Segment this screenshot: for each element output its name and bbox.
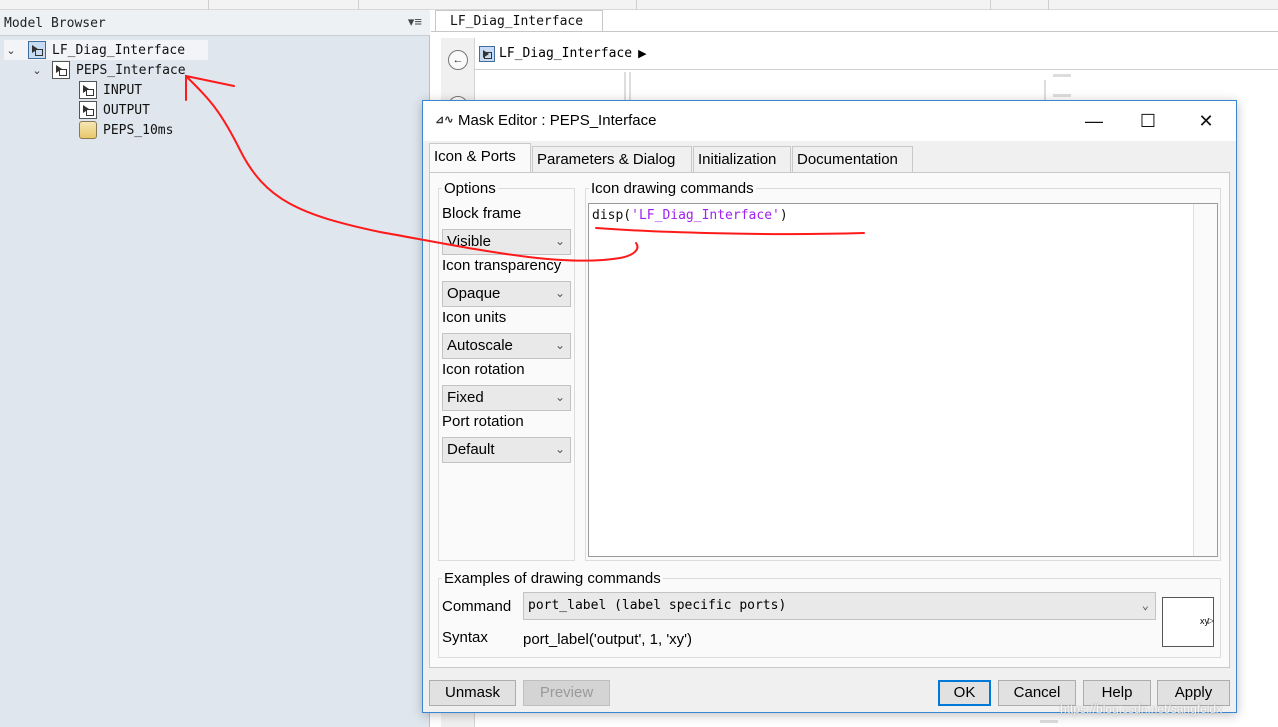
tab-divider bbox=[431, 31, 1278, 32]
tab-lf-diag-interface[interactable]: LF_Diag_Interface bbox=[435, 10, 603, 32]
icon-rotation-select[interactable]: Fixed ⌄ bbox=[442, 385, 571, 411]
icon-rotation-label: Icon rotation bbox=[442, 361, 525, 378]
examples-label: Examples of drawing commands bbox=[442, 570, 663, 587]
icon-units-value: Autoscale bbox=[447, 337, 513, 354]
block-frame-value: Visible bbox=[447, 233, 491, 250]
tree-item-output[interactable]: OUTPUT bbox=[79, 100, 150, 120]
mask-editor-dialog: ⊿∿ Mask Editor : PEPS_Interface — ☐ ✕ Ic… bbox=[422, 100, 1237, 713]
minimize-icon[interactable]: — bbox=[1071, 105, 1117, 137]
block-frame-label: Block frame bbox=[442, 205, 522, 222]
chevron-down-icon[interactable]: ⌄ bbox=[30, 64, 44, 77]
unmask-button[interactable]: Unmask bbox=[429, 680, 516, 706]
tree-item-label: OUTPUT bbox=[103, 102, 150, 118]
subsystem-icon bbox=[52, 61, 70, 79]
back-arrow-icon[interactable]: ← bbox=[448, 50, 468, 70]
tab-documentation[interactable]: Documentation bbox=[792, 146, 913, 172]
port-arrow-icon: ▷ bbox=[1207, 616, 1214, 625]
tree-item-input[interactable]: INPUT bbox=[79, 80, 142, 100]
options-label: Options bbox=[442, 180, 498, 197]
preview-button[interactable]: Preview bbox=[523, 680, 610, 706]
icon-units-label: Icon units bbox=[442, 309, 507, 326]
tree-item-lf-diag-interface[interactable]: ⌄ LF_Diag_Interface bbox=[4, 40, 208, 60]
maximize-icon[interactable]: ☐ bbox=[1125, 105, 1171, 137]
chevron-down-icon: ⌄ bbox=[554, 442, 565, 456]
syntax-label: Syntax bbox=[442, 629, 488, 646]
breadcrumb-arrow-icon[interactable]: ▶ bbox=[638, 47, 646, 60]
tree-item-label: INPUT bbox=[103, 82, 143, 98]
tree-item-peps-interface[interactable]: ⌄ PEPS_Interface bbox=[30, 60, 200, 80]
port-rotation-label: Port rotation bbox=[442, 413, 524, 430]
chevron-down-icon: ⌄ bbox=[554, 338, 565, 352]
port-rotation-value: Default bbox=[447, 441, 495, 458]
subsystem-icon bbox=[79, 81, 97, 99]
tab-parameters-dialog[interactable]: Parameters & Dialog bbox=[532, 146, 692, 172]
icon-transparency-value: Opaque bbox=[447, 285, 501, 302]
chevron-down-icon: ⌄ bbox=[554, 286, 565, 300]
port-rotation-select[interactable]: Default ⌄ bbox=[442, 437, 571, 463]
tab-initialization[interactable]: Initialization bbox=[693, 146, 791, 172]
ok-button[interactable]: OK bbox=[938, 680, 991, 706]
icon-ports-panel: Options Block frame Visible ⌄ Icon trans… bbox=[429, 172, 1230, 668]
tab-icon-ports[interactable]: Icon & Ports bbox=[429, 143, 531, 172]
block-diagram-icon bbox=[479, 45, 495, 62]
command-select[interactable]: port_label (label specific ports) ⌄ bbox=[523, 592, 1156, 620]
close-icon[interactable]: ✕ bbox=[1183, 105, 1229, 137]
block-frame-select[interactable]: Visible ⌄ bbox=[442, 229, 571, 255]
dialog-titlebar: ⊿∿ Mask Editor : PEPS_Interface — ☐ ✕ bbox=[423, 101, 1236, 141]
watermark: https://blog.csdn.net/sangfeidx bbox=[1060, 702, 1223, 716]
mask-editor-icon: ⊿∿ bbox=[435, 114, 454, 126]
command-label: Command bbox=[442, 598, 512, 615]
tree-item-label: LF_Diag_Interface bbox=[52, 42, 186, 58]
icon-units-select[interactable]: Autoscale ⌄ bbox=[442, 333, 571, 359]
chevron-down-icon: ⌄ bbox=[1141, 598, 1149, 612]
tree-item-label: PEPS_Interface bbox=[76, 62, 186, 78]
breadcrumb-label[interactable]: LF_Diag_Interface bbox=[499, 46, 632, 61]
command-preview: xy ▷ bbox=[1162, 597, 1214, 647]
top-toolbar-strip bbox=[0, 0, 1278, 10]
list-menu-icon[interactable]: ▾≡ bbox=[408, 14, 422, 30]
icon-rotation-value: Fixed bbox=[447, 389, 484, 406]
block-diagram-icon bbox=[28, 41, 46, 59]
icon-drawing-label: Icon drawing commands bbox=[589, 180, 756, 197]
chevron-down-icon: ⌄ bbox=[554, 390, 565, 404]
vertical-scrollbar[interactable] bbox=[1193, 204, 1217, 556]
icon-transparency-label: Icon transparency bbox=[442, 257, 562, 274]
model-browser-header: Model Browser ▾≡ bbox=[0, 10, 430, 36]
dialog-title: Mask Editor : PEPS_Interface bbox=[458, 112, 657, 129]
model-browser-title: Model Browser bbox=[4, 16, 106, 31]
chevron-down-icon[interactable]: ⌄ bbox=[4, 44, 18, 57]
model-browser-panel: Model Browser ▾≡ ⌄ LF_Diag_Interface ⌄ P… bbox=[0, 10, 430, 727]
subsystem-icon bbox=[79, 101, 97, 119]
breadcrumb: LF_Diag_Interface ▶ bbox=[475, 38, 1278, 70]
syntax-value: port_label('output', 1, 'xy') bbox=[523, 631, 693, 648]
code-line: disp('LF_Diag_Interface') bbox=[592, 208, 788, 223]
chevron-down-icon: ⌄ bbox=[554, 234, 565, 248]
command-value: port_label (label specific ports) bbox=[528, 598, 787, 613]
tree-item-label: PEPS_10ms bbox=[103, 122, 174, 138]
icon-transparency-select[interactable]: Opaque ⌄ bbox=[442, 281, 571, 307]
tree-item-peps-10ms[interactable]: PEPS_10ms bbox=[79, 120, 173, 140]
stateflow-chart-icon bbox=[79, 121, 97, 139]
icon-drawing-editor[interactable]: disp('LF_Diag_Interface') bbox=[588, 203, 1218, 557]
